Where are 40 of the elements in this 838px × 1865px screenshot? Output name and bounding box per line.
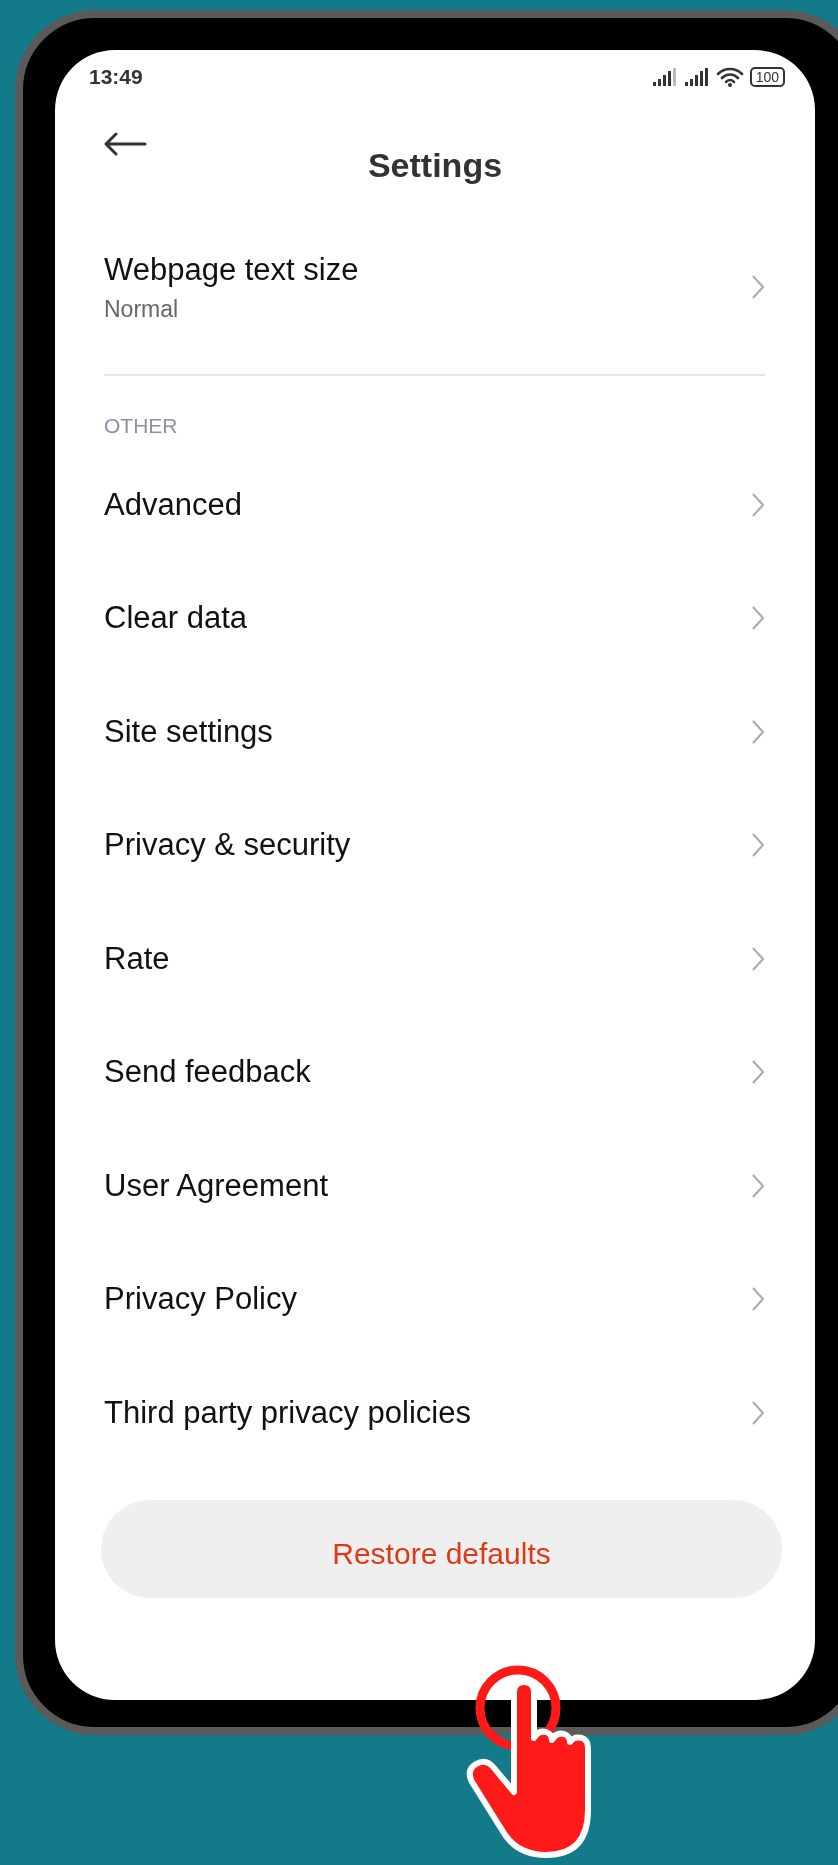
item-label: Privacy Policy bbox=[104, 1281, 297, 1318]
settings-item[interactable]: Send feedback bbox=[55, 1015, 815, 1129]
back-arrow-icon bbox=[103, 132, 147, 156]
signal-icon bbox=[683, 67, 710, 87]
settings-item[interactable]: Third party privacy policies bbox=[55, 1356, 815, 1470]
screen-title: Settings bbox=[367, 145, 503, 185]
item-label: Third party privacy policies bbox=[104, 1394, 471, 1431]
item-label: Privacy & security bbox=[104, 827, 351, 864]
wifi-icon bbox=[715, 66, 744, 88]
section-header: OTHER bbox=[103, 414, 179, 438]
status-time: 13:49 bbox=[89, 65, 143, 89]
settings-item[interactable]: Privacy & security bbox=[55, 788, 815, 902]
item-label: Site settings bbox=[104, 713, 273, 750]
chevron-icon bbox=[751, 1059, 765, 1086]
item-label: User Agreement bbox=[104, 1167, 328, 1204]
item-label: Advanced bbox=[104, 486, 242, 523]
item-label: Clear data bbox=[104, 600, 248, 637]
chevron-icon bbox=[751, 274, 765, 300]
restore-defaults-button[interactable]: Restore defaults bbox=[101, 1499, 782, 1598]
settings-item[interactable]: Clear data bbox=[55, 561, 815, 675]
settings-item[interactable]: Site settings bbox=[55, 675, 815, 789]
settings-item[interactable]: Rate bbox=[55, 902, 815, 1016]
settings-item[interactable]: Privacy Policy bbox=[55, 1242, 815, 1356]
chevron-icon bbox=[751, 1286, 765, 1313]
battery-indicator: 100 bbox=[749, 67, 785, 87]
chevron-icon bbox=[751, 491, 765, 518]
item-label: Send feedback bbox=[104, 1054, 311, 1091]
chevron-icon bbox=[751, 605, 765, 632]
settings-item[interactable]: User Agreement bbox=[55, 1129, 815, 1243]
chevron-icon bbox=[751, 945, 765, 972]
item-label: Rate bbox=[104, 940, 170, 977]
settings-item[interactable]: Advanced bbox=[55, 448, 815, 562]
item-label: Webpage text size bbox=[104, 251, 359, 288]
chevron-icon bbox=[751, 832, 765, 859]
chevron-icon bbox=[751, 718, 765, 745]
signal-icon bbox=[651, 67, 678, 87]
item-value: Normal bbox=[104, 295, 180, 323]
chevron-icon bbox=[751, 1172, 765, 1199]
settings-item[interactable]: Webpage text size Normal bbox=[55, 222, 815, 352]
chevron-icon bbox=[751, 1399, 765, 1426]
